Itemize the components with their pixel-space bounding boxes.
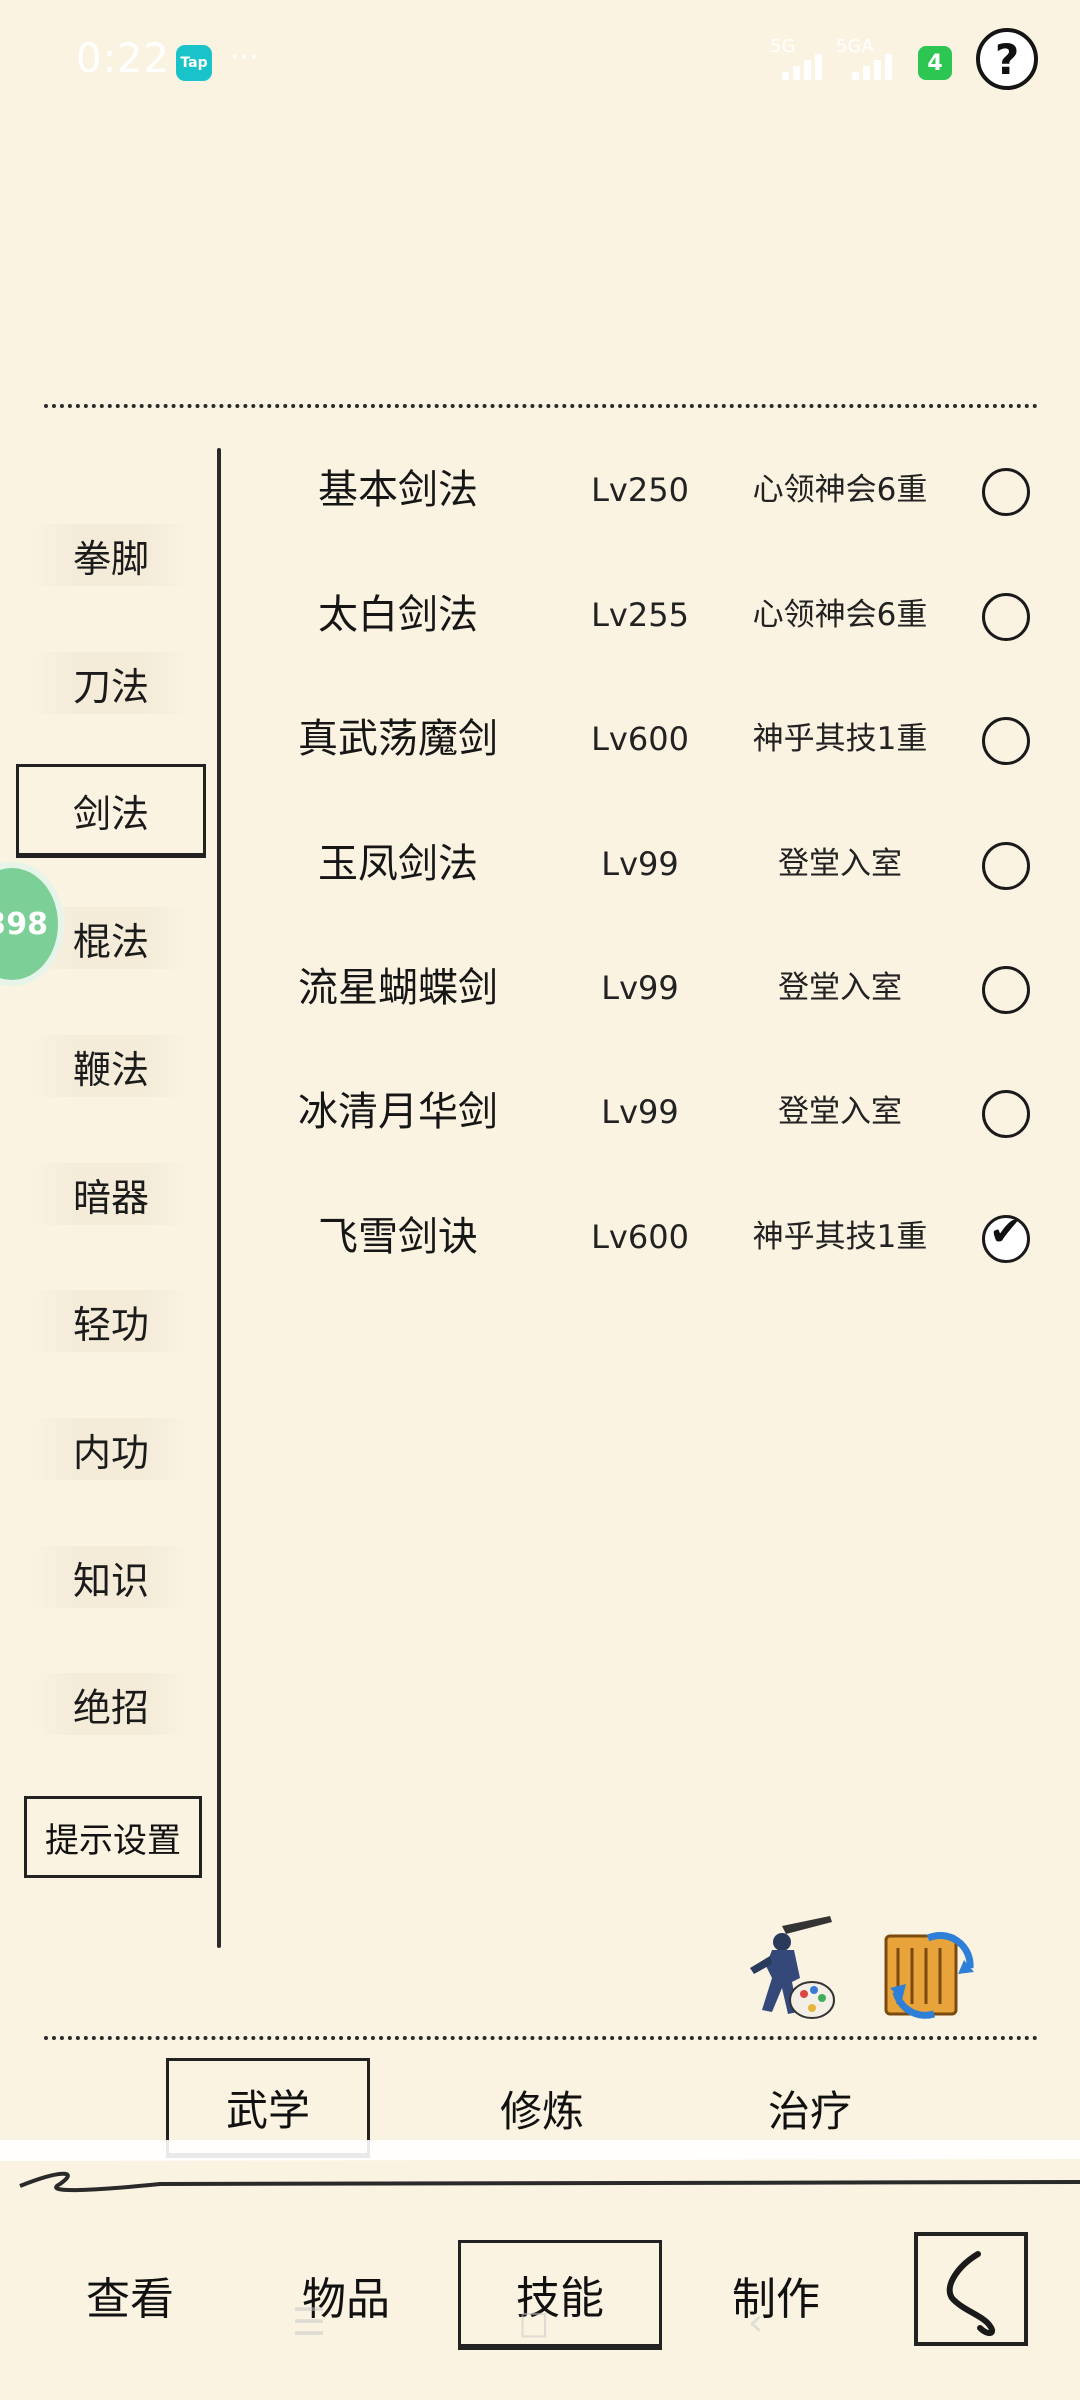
more-notifications-icon: ··· (230, 40, 259, 75)
skill-level: Lv250 (591, 471, 689, 509)
scroll-swap-icon[interactable] (878, 1918, 978, 2028)
category-daofa[interactable]: 刀法 (30, 652, 192, 714)
nav-view[interactable]: 查看 (60, 2240, 200, 2350)
skill-row[interactable]: 飞雪剑诀 Lv600 神乎其技1重 ✔ (240, 1197, 1050, 1277)
skill-enable-radio[interactable] (982, 842, 1030, 890)
skill-rank: 神乎其技1重 (752, 721, 928, 757)
battery-icon: 4 (918, 46, 952, 80)
status-time: 0:22 (76, 36, 170, 82)
skill-level: Lv99 (601, 969, 679, 1007)
brush-stroke-divider (0, 2140, 1080, 2193)
nav-craft[interactable]: 制作 (706, 2240, 846, 2350)
nav-skills[interactable]: 技能 (458, 2240, 662, 2350)
swordsman-palette-icon[interactable] (742, 1916, 842, 2026)
category-qinggong[interactable]: 轻功 (30, 1290, 192, 1352)
skill-level: Lv99 (601, 845, 679, 883)
skill-rank: 登堂入室 (778, 970, 902, 1006)
status-bar: 0:22 Tap ··· 5G 5GA 4 ? (0, 0, 1080, 120)
skill-row[interactable]: 真武荡魔剑 Lv600 神乎其技1重 (240, 699, 1050, 779)
skill-rank: 神乎其技1重 (752, 1219, 928, 1255)
category-zhishi[interactable]: 知识 (30, 1546, 192, 1608)
system-menu-icon[interactable]: ☰ (292, 2300, 326, 2344)
category-neigong[interactable]: 内功 (30, 1418, 192, 1480)
skill-row[interactable]: 流星蝴蝶剑 Lv99 登堂入室 (240, 948, 1050, 1028)
skill-name: 飞雪剑诀 (318, 1214, 478, 1260)
skill-name: 流星蝴蝶剑 (298, 965, 498, 1011)
skill-level: Lv600 (591, 1218, 689, 1256)
skill-enable-radio[interactable] (982, 468, 1030, 516)
skill-name: 真武荡魔剑 (298, 716, 498, 762)
skill-rank: 登堂入室 (778, 846, 902, 882)
category-bianfa[interactable]: 鞭法 (30, 1035, 192, 1097)
back-icon (946, 2251, 996, 2336)
checkmark-icon: ✔ (989, 1209, 1023, 1255)
category-anqi[interactable]: 暗器 (30, 1163, 192, 1225)
category-quanjiao[interactable]: 拳脚 (30, 524, 192, 586)
skill-level: Lv600 (591, 720, 689, 758)
signal-strength-icon-2 (852, 50, 904, 80)
skill-name: 冰清月华剑 (298, 1089, 498, 1135)
skills-screen: 0:22 Tap ··· 5G 5GA 4 ? 拳脚 刀法 剑法 棍法 鞭法 暗… (0, 0, 1080, 2400)
bottom-divider (44, 2036, 1038, 2040)
skill-enable-radio[interactable] (982, 966, 1030, 1014)
skill-row[interactable]: 玉凤剑法 Lv99 登堂入室 (240, 824, 1050, 904)
category-jianfa[interactable]: 剑法 (16, 764, 206, 858)
skill-row[interactable]: 基本剑法 Lv250 心领神会6重 (240, 450, 1050, 530)
skill-name: 玉凤剑法 (318, 841, 478, 887)
signal-strength-icon (782, 50, 834, 80)
skill-enable-radio-checked[interactable]: ✔ (982, 1209, 1030, 1263)
skill-enable-radio[interactable] (982, 593, 1030, 641)
skill-enable-radio[interactable] (982, 717, 1030, 765)
category-divider (217, 448, 221, 1948)
back-button[interactable] (914, 2232, 1028, 2346)
skill-level: Lv99 (601, 1093, 679, 1131)
skill-enable-radio[interactable] (982, 1090, 1030, 1138)
skill-rank: 心领神会6重 (752, 472, 928, 508)
system-back-icon[interactable]: ‹ (748, 2300, 763, 2344)
tap-app-icon: Tap (176, 45, 212, 81)
skill-row[interactable]: 太白剑法 Lv255 心领神会6重 (240, 575, 1050, 655)
top-divider (44, 404, 1038, 408)
skill-name: 太白剑法 (318, 592, 478, 638)
system-home-icon[interactable]: ◻ (518, 2300, 550, 2344)
skill-level: Lv255 (591, 596, 689, 634)
skill-rank: 心领神会6重 (752, 597, 928, 633)
skill-row[interactable]: 冰清月华剑 Lv99 登堂入室 (240, 1072, 1050, 1152)
category-juezhao[interactable]: 绝招 (30, 1673, 192, 1735)
skill-rank: 登堂入室 (778, 1094, 902, 1130)
hint-settings-button[interactable]: 提示设置 (24, 1796, 202, 1878)
skill-name: 基本剑法 (318, 467, 478, 513)
help-button[interactable]: ? (976, 28, 1038, 90)
